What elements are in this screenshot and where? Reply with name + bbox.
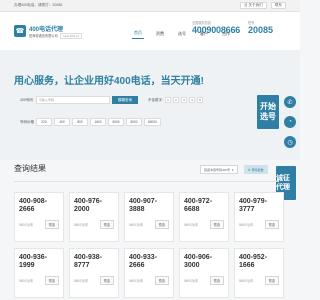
sort-button-count[interactable]: ⇅ 号码集数 xyxy=(244,165,268,174)
price-option[interactable]: 5000 xyxy=(108,118,124,126)
card-number: 400-906-3000 xyxy=(184,254,213,269)
preselect-button[interactable]: 预选 xyxy=(99,276,114,285)
number-card[interactable]: 400-976-2000 5600元/年 预选 xyxy=(69,192,119,242)
exclude-digit[interactable]: 1 xyxy=(164,97,171,103)
banner: 用心服务，让企业用好400电话，当天开通! 400号码 可输入号码 模糊查询 不… xyxy=(0,50,300,160)
topbar-link-about[interactable]: 业 关于我们 xyxy=(239,2,267,9)
topbar-link-contact[interactable]: 联系 xyxy=(270,2,286,9)
price-option[interactable]: 400 xyxy=(54,118,70,126)
price-option[interactable]: 8000 xyxy=(126,118,142,126)
number-card[interactable]: 400-933-2666 5600元/年 预选 xyxy=(124,248,174,298)
card-number: 400-907-3888 xyxy=(129,198,158,213)
nav-item-select[interactable]: 选号 xyxy=(176,29,188,39)
number-card[interactable]: 400-907-3888 5600元/年 预选 xyxy=(124,192,174,242)
logo-subtitle: 纽海零通信有限公司 www.5X3.cn xyxy=(29,33,83,39)
chat-icon[interactable]: ✆ xyxy=(284,96,296,108)
exclude-digit[interactable]: 3 xyxy=(180,97,187,103)
preselect-button[interactable]: 预选 xyxy=(209,220,224,229)
preselect-button[interactable]: 预选 xyxy=(264,276,279,285)
side-toolbar: ✆ ◔ ◷ xyxy=(284,96,296,148)
results-grid: 400-908-2666 5600元/年 预选 400-976-2000 5600… xyxy=(14,192,284,298)
number-card[interactable]: 400-938-8777 5600元/年 预选 xyxy=(69,248,119,298)
results-title: 查询结果 xyxy=(14,164,46,173)
exclude-label: 不含数字: xyxy=(148,97,163,102)
exclude-digits: 不含数字: 1 2 3 4 5 xyxy=(148,97,203,103)
hotline-number: 4009008666 xyxy=(192,25,241,35)
clock-icon[interactable]: ◷ xyxy=(284,136,296,148)
nav-item-pricing[interactable]: 资费 xyxy=(154,29,166,39)
hotline: 全国服务热线 4009008666 xyxy=(192,20,240,35)
price-option[interactable]: 800 xyxy=(72,118,88,126)
price-option[interactable]: 1600 xyxy=(90,118,106,126)
sort-button-avoid[interactable]: 回避冲突号码400号 ▾ xyxy=(200,165,238,174)
preselect-button[interactable]: 预选 xyxy=(209,276,224,285)
divider xyxy=(14,181,279,182)
card-price: 5600元/年 xyxy=(129,279,144,283)
sort-icon: ⇅ xyxy=(248,167,251,172)
phone-icon: ☎ xyxy=(14,25,26,37)
card-price: 5600元/年 xyxy=(74,223,89,227)
card-price: 5600元/年 xyxy=(184,223,199,227)
card-price: 5600元/年 xyxy=(184,279,199,283)
compass-icon[interactable]: ◔ xyxy=(284,116,296,128)
preselect-button[interactable]: 预选 xyxy=(154,276,169,285)
welcome-text: 办理400电话，请拨打：20085 xyxy=(14,3,63,7)
logo-title: 400电话代理 xyxy=(29,27,64,33)
hotline-short-number: 20085 xyxy=(248,25,274,35)
search-panel: 400号码 可输入号码 模糊查询 不含数字: 1 2 3 4 5 号码价格 22… xyxy=(14,90,254,144)
card-number: 400-979-3777 xyxy=(239,198,268,213)
preselect-button[interactable]: 预选 xyxy=(154,220,169,229)
header: ☎ 400电话代理 纽海零通信有限公司 www.5X3.cn 首页 资费 选号 客… xyxy=(0,12,300,50)
top-bar: 办理400电话，请拨打：20085 业 关于我们 联系 xyxy=(0,0,300,12)
fuzzy-search-button[interactable]: 模糊查询 xyxy=(112,96,138,104)
topbar-links: 业 关于我们 联系 xyxy=(239,2,286,9)
exclude-digit[interactable]: 4 xyxy=(188,97,195,103)
price-option[interactable]: 80000 xyxy=(144,118,161,126)
card-price: 5600元/年 xyxy=(239,223,254,227)
price-row: 号码价格 220 400 800 1600 5000 8000 80000 xyxy=(20,118,163,126)
banner-slogan: 用心服务，让企业用好400电话，当天开通! xyxy=(14,76,205,87)
number-card[interactable]: 400-952-1666 5600元/年 预选 xyxy=(234,248,284,298)
card-price: 5600元/年 xyxy=(19,223,34,227)
card-number: 400-933-2666 xyxy=(129,254,158,269)
preselect-button[interactable]: 预选 xyxy=(264,220,279,229)
number-card[interactable]: 400-936-1999 5600元/年 预选 xyxy=(14,248,64,298)
card-number: 400-976-2000 xyxy=(74,198,103,213)
number-card[interactable]: 400-972-6688 5600元/年 预选 xyxy=(179,192,229,242)
start-select-button[interactable]: 开始选号 xyxy=(257,95,279,129)
preselect-button[interactable]: 预选 xyxy=(44,220,59,229)
card-number: 400-908-2666 xyxy=(19,198,48,213)
hotline-short: 短号 20085 xyxy=(248,20,273,35)
card-price: 5600元/年 xyxy=(74,279,89,283)
search-input[interactable]: 可输入号码 xyxy=(36,96,110,104)
preselect-button[interactable]: 预选 xyxy=(44,276,59,285)
number-card[interactable]: 400-906-3000 5600元/年 预选 xyxy=(179,248,229,298)
number-card[interactable]: 400-979-3777 5600元/年 预选 xyxy=(234,192,284,242)
card-number: 400-952-1666 xyxy=(239,254,268,269)
search-row: 400号码 可输入号码 模糊查询 不含数字: 1 2 3 4 5 xyxy=(20,96,203,104)
price-option[interactable]: 220 xyxy=(36,118,52,126)
exclude-digit[interactable]: 5 xyxy=(196,97,203,103)
price-label: 号码价格 xyxy=(20,119,34,124)
card-price: 5600元/年 xyxy=(19,279,34,283)
search-label: 400号码 xyxy=(20,97,33,102)
number-card[interactable]: 400-908-2666 5600元/年 预选 xyxy=(14,192,64,242)
nav-item-home[interactable]: 首页 xyxy=(132,28,144,39)
card-number: 400-938-8777 xyxy=(74,254,103,269)
card-price: 5600元/年 xyxy=(239,279,254,283)
exclude-digit[interactable]: 2 xyxy=(172,97,179,103)
chevron-down-icon: ▾ xyxy=(232,167,234,172)
logo[interactable]: ☎ 400电话代理 纽海零通信有限公司 www.5X3.cn xyxy=(14,24,134,39)
card-number: 400-972-6688 xyxy=(184,198,213,213)
preselect-button[interactable]: 预选 xyxy=(99,220,114,229)
card-number: 400-936-1999 xyxy=(19,254,48,269)
card-price: 5600元/年 xyxy=(129,223,144,227)
